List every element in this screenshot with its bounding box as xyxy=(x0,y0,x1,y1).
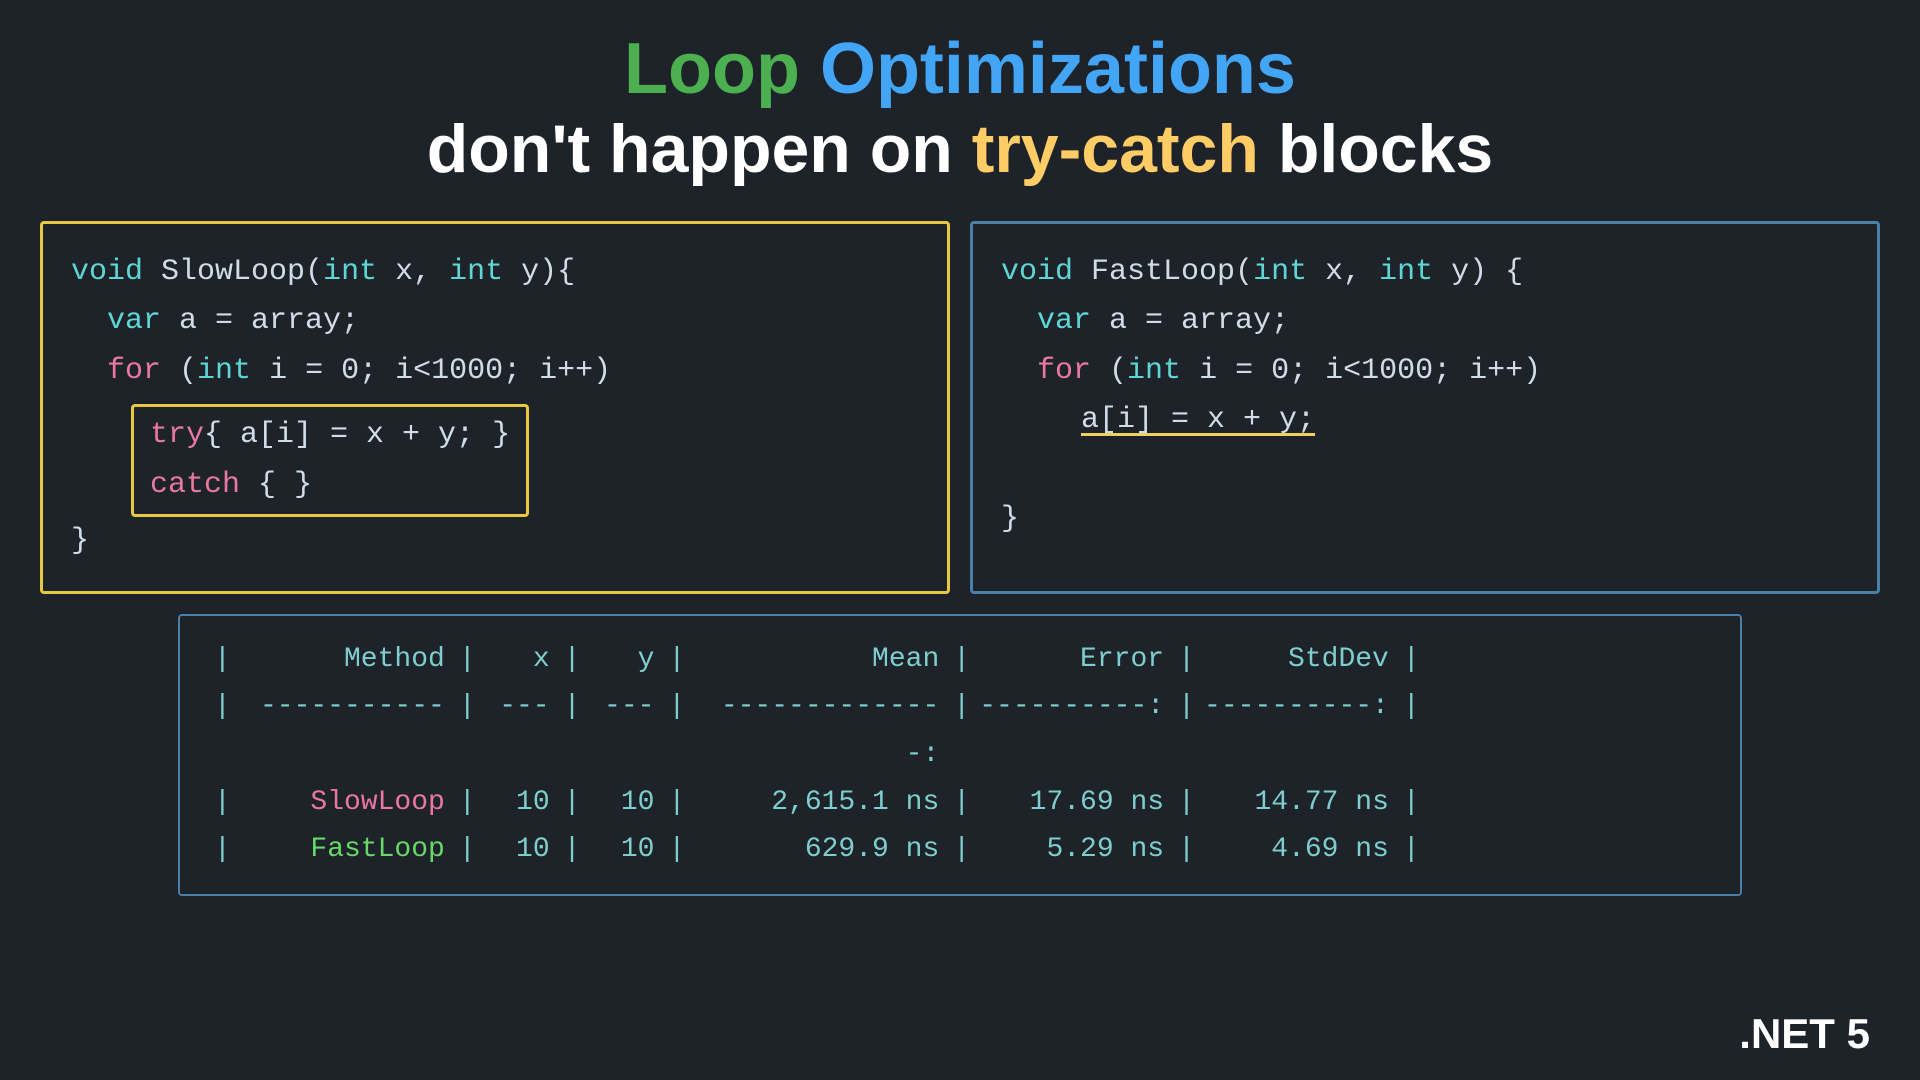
pipe: | xyxy=(210,779,235,827)
title-line1: Loop Optimizations xyxy=(427,30,1494,109)
code-line-6: } xyxy=(71,517,919,567)
fast-code-line-6: } xyxy=(1001,495,1849,545)
pipe: | xyxy=(1399,779,1424,827)
pipe: | xyxy=(1399,636,1424,684)
pipe: | xyxy=(560,683,585,778)
pipe: | xyxy=(664,683,689,778)
pipe: | xyxy=(1399,826,1424,874)
code-line-2: var a = array; xyxy=(71,297,919,347)
benchmark-table: | Method | x | y | Mean | Error | StdDev… xyxy=(178,614,1742,896)
pipe: | xyxy=(949,826,974,874)
row1-stddev: 14.77 ns xyxy=(1199,779,1399,827)
row2-mean: 629.9 ns xyxy=(689,826,949,874)
title-optimizations: Optimizations xyxy=(800,29,1296,109)
pipe: | xyxy=(560,636,585,684)
pipe: | xyxy=(210,636,235,684)
try-catch-box: try{ a[i] = x + y; } catch { } xyxy=(131,404,529,517)
row2-method: FastLoop xyxy=(235,826,455,874)
pipe: | xyxy=(455,826,480,874)
pipe: | xyxy=(455,779,480,827)
pipe: | xyxy=(210,826,235,874)
table-row-fastloop: | FastLoop | 10 | 10 | 629.9 ns | 5.29 n… xyxy=(210,826,1710,874)
code-line-1: void SlowLoop(int x, int y){ xyxy=(71,248,919,298)
title-section: Loop Optimizations don't happen on try-c… xyxy=(427,30,1494,191)
pipe: | xyxy=(455,683,480,778)
pipe: | xyxy=(560,826,585,874)
row2-y: 10 xyxy=(584,826,664,874)
sep-error: ----------: xyxy=(974,683,1174,778)
sep-method: ----------- xyxy=(235,683,455,778)
pipe: | xyxy=(949,779,974,827)
fast-code-line-3: for (int i = 0; i<1000; i++) xyxy=(1001,347,1849,397)
pipe: | xyxy=(949,683,974,778)
fast-code-line-1: void FastLoop(int x, int y) { xyxy=(1001,248,1849,298)
header-x: x xyxy=(480,636,560,684)
header-method: Method xyxy=(235,636,455,684)
fast-loop-panel: void FastLoop(int x, int y) { var a = ar… xyxy=(970,221,1880,594)
row2-stddev: 4.69 ns xyxy=(1199,826,1399,874)
row1-method: SlowLoop xyxy=(235,779,455,827)
header-error: Error xyxy=(974,636,1174,684)
row2-error: 5.29 ns xyxy=(974,826,1174,874)
table-header-row: | Method | x | y | Mean | Error | StdDev… xyxy=(210,636,1710,684)
sep-y: --- xyxy=(584,683,664,778)
pipe: | xyxy=(210,683,235,778)
sep-mean: --------------: xyxy=(689,683,949,778)
dotnet-badge: .NET 5 xyxy=(1739,1010,1870,1058)
header-mean: Mean xyxy=(689,636,949,684)
try-line: try{ a[i] = x + y; } xyxy=(150,411,510,461)
pipe: | xyxy=(1174,636,1199,684)
pipe: | xyxy=(664,826,689,874)
fast-code-line-4: a[i] = x + y; xyxy=(1081,396,1849,446)
title-line2: don't happen on try-catch blocks xyxy=(427,109,1494,191)
pipe: | xyxy=(1399,683,1424,778)
pipe: | xyxy=(664,779,689,827)
fast-code-line-5 xyxy=(1001,446,1849,496)
row1-x: 10 xyxy=(480,779,560,827)
row1-error: 17.69 ns xyxy=(974,779,1174,827)
try-catch-block: try{ a[i] = x + y; } catch { } xyxy=(131,400,919,517)
pipe: | xyxy=(1174,779,1199,827)
row2-x: 10 xyxy=(480,826,560,874)
pipe: | xyxy=(455,636,480,684)
pipe: | xyxy=(664,636,689,684)
pipe: | xyxy=(1174,826,1199,874)
title-suffix: blocks xyxy=(1259,111,1493,187)
row1-mean: 2,615.1 ns xyxy=(689,779,949,827)
title-trycatch: try-catch xyxy=(972,111,1259,187)
sep-stddev: ----------: xyxy=(1199,683,1399,778)
slow-loop-panel: void SlowLoop(int x, int y){ var a = arr… xyxy=(40,221,950,594)
catch-line: catch { } xyxy=(150,461,510,511)
sep-x: --- xyxy=(480,683,560,778)
title-loop: Loop xyxy=(624,29,800,109)
row1-y: 10 xyxy=(584,779,664,827)
pipe: | xyxy=(1174,683,1199,778)
header-stddev: StdDev xyxy=(1199,636,1399,684)
code-line-3: for (int i = 0; i<1000; i++) xyxy=(71,347,919,397)
pipe: | xyxy=(949,636,974,684)
header-y: y xyxy=(584,636,664,684)
table-row-slowloop: | SlowLoop | 10 | 10 | 2,615.1 ns | 17.6… xyxy=(210,779,1710,827)
table-separator-row: | ----------- | --- | --- | ------------… xyxy=(210,683,1710,778)
code-panels: void SlowLoop(int x, int y){ var a = arr… xyxy=(40,221,1880,594)
fast-code-line-2: var a = array; xyxy=(1001,297,1849,347)
pipe: | xyxy=(560,779,585,827)
title-prefix: don't happen on xyxy=(427,111,972,187)
